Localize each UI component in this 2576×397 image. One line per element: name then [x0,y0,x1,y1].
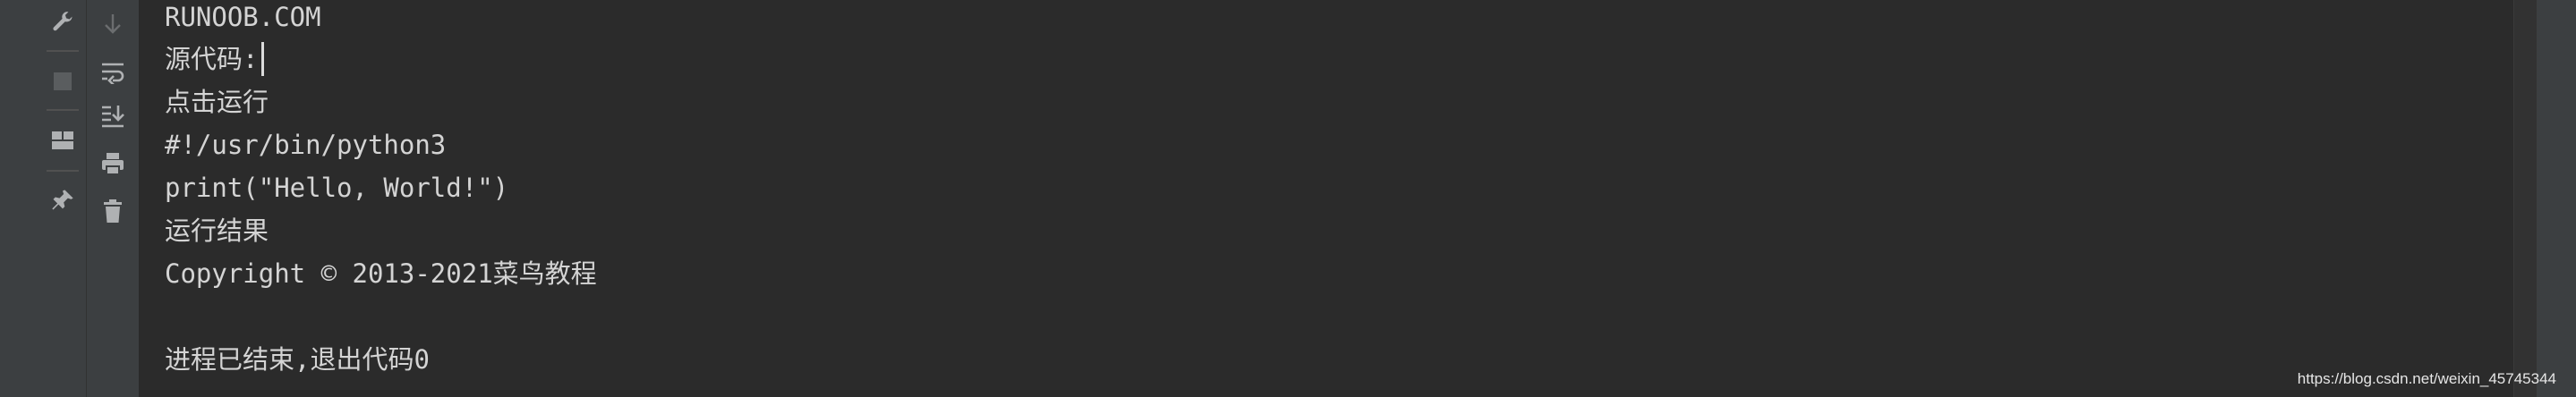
run-console-window: RUNOOB.COM 源代码: 点击运行 #!/usr/bin/python3 … [0,0,2576,397]
console-line: #!/usr/bin/python3 [165,130,447,160]
down-arrow-icon[interactable] [95,6,131,42]
trash-icon[interactable] [95,193,131,229]
wrench-icon[interactable] [45,4,81,40]
toolbar-separator [47,170,79,172]
console-toolbar-right [87,0,140,397]
console-line: 运行结果 [165,215,269,246]
toolbar-separator [47,109,79,111]
toolbar-separator [47,50,79,52]
console-line: 点击运行 [165,87,269,117]
console-line: print("Hello, World!") [165,173,509,203]
soft-wrap-icon[interactable] [95,55,131,90]
right-edge-panel [2537,0,2576,397]
vertical-scrollbar[interactable] [2513,0,2538,397]
watermark-text: https://blog.csdn.net/weixin_45745344 [2297,370,2556,387]
stop-icon[interactable] [45,63,81,99]
console-line: RUNOOB.COM [165,2,321,32]
text-cursor [261,42,265,76]
left-edge-panel [0,0,40,397]
console-output[interactable]: RUNOOB.COM 源代码: 点击运行 #!/usr/bin/python3 … [140,0,2513,397]
print-icon[interactable] [95,146,131,182]
layout-icon[interactable] [45,122,81,158]
pin-icon[interactable] [45,182,81,218]
console-toolbar-left [39,0,87,397]
console-line-text: 源代码: [165,44,259,74]
console-line: 进程已结束,退出代码0 [165,344,430,375]
console-line: Copyright © 2013-2021菜鸟教程 [165,258,597,289]
console-line-with-cursor: 源代码: [165,38,265,80]
scroll-to-end-icon[interactable] [95,98,131,134]
